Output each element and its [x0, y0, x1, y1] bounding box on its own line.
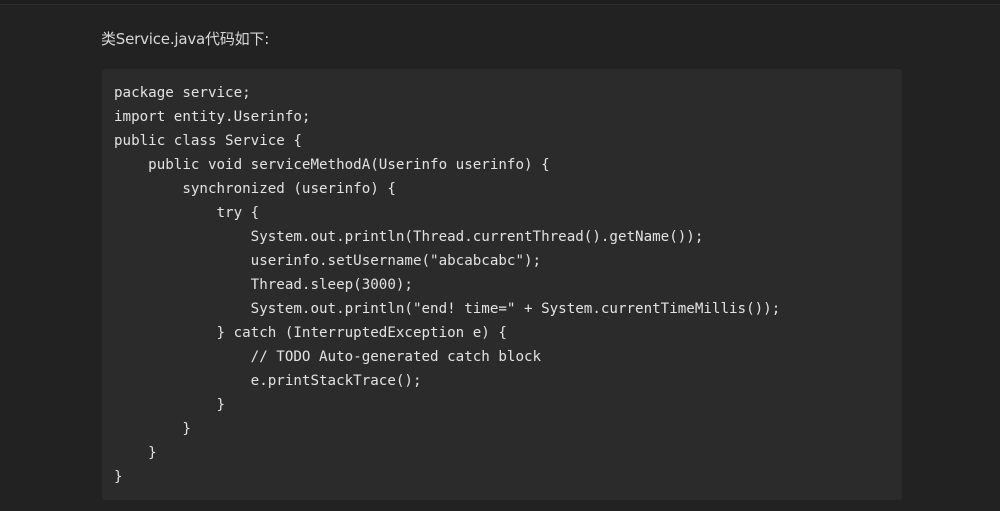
code-line: synchronized (userinfo) {	[114, 181, 396, 197]
code-line: e.printStackTrace();	[114, 373, 422, 389]
code-line: } catch (InterruptedException e) {	[114, 325, 507, 341]
code-line: }	[114, 469, 123, 485]
top-divider	[0, 0, 1000, 5]
code-line: }	[114, 421, 191, 437]
code-line: public class Service {	[114, 133, 302, 149]
code-line: package service;	[114, 85, 251, 101]
code-line: System.out.println(Thread.currentThread(…	[114, 229, 704, 245]
page: 类Service.java代码如下: package service; impo…	[0, 0, 1000, 511]
code-line: }	[114, 445, 157, 461]
code-line: // TODO Auto-generated catch block	[114, 349, 542, 365]
code-line: import entity.Userinfo;	[114, 109, 311, 125]
code-line: try {	[114, 205, 260, 221]
intro-text: 类Service.java代码如下:	[101, 30, 270, 48]
code-line: userinfo.setUsername("abcabcabc");	[114, 253, 542, 269]
code-line: public void serviceMethodA(Userinfo user…	[114, 157, 550, 173]
code-line: Thread.sleep(3000);	[114, 277, 413, 293]
code-line: System.out.println("end! time=" + System…	[114, 301, 781, 317]
code-block: package service; import entity.Userinfo;…	[102, 69, 902, 500]
code-line: }	[114, 397, 226, 413]
